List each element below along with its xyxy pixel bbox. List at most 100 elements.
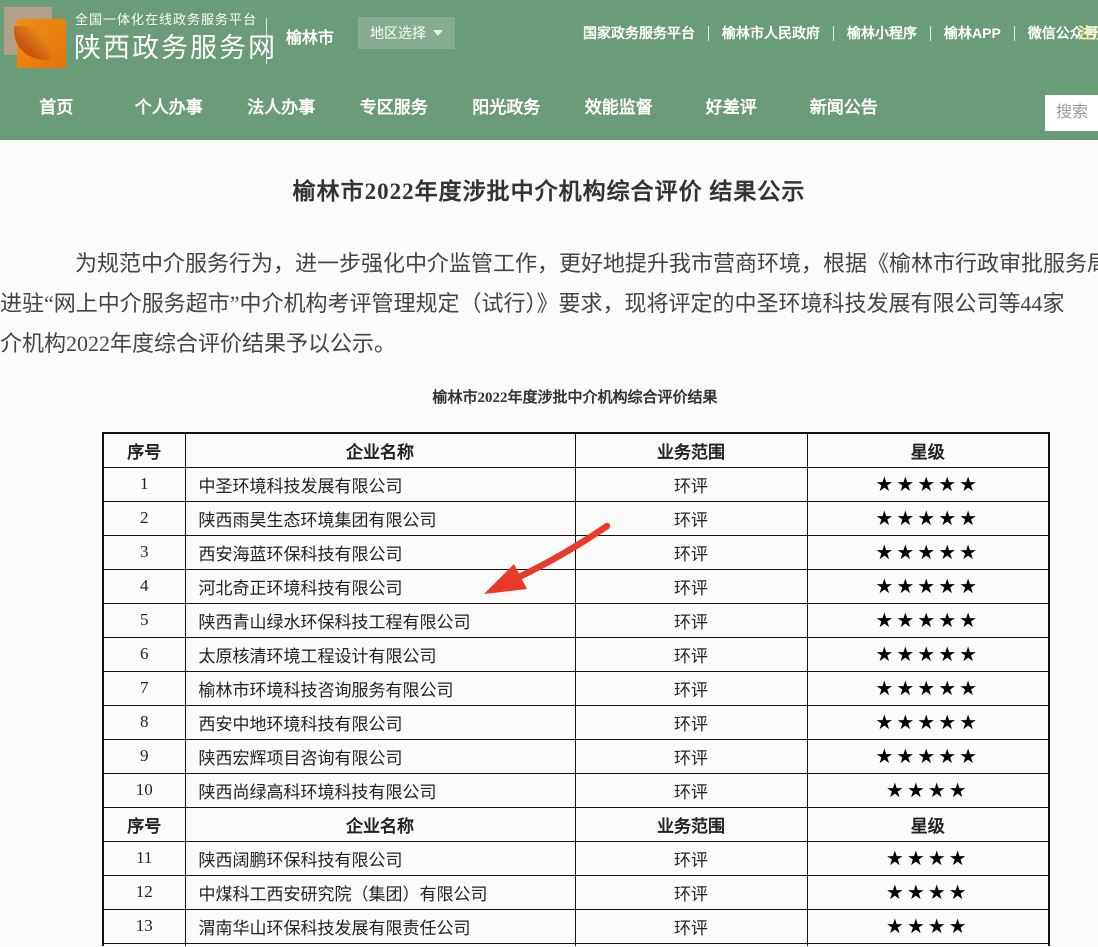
cell-business-scope: 环评 xyxy=(575,535,807,569)
cell-company-name: 太原核清环境工程设计有限公司 xyxy=(185,637,575,671)
table-row: 1中圣环境科技发展有限公司环评★★★★★ xyxy=(103,467,1049,501)
nav-item[interactable]: 阳光政务 xyxy=(450,86,563,130)
nav-item[interactable]: 法人办事 xyxy=(225,86,338,130)
cell-index: 7 xyxy=(103,671,185,705)
cell-star-rating: ★★★★★ xyxy=(807,705,1049,739)
cell-star-rating: ★★★★ xyxy=(807,773,1049,807)
nav-item[interactable]: 专区服务 xyxy=(338,86,451,130)
table-row: 10陕西尚绿高科环境科技有限公司环评★★★★ xyxy=(103,773,1049,807)
column-header: 星级 xyxy=(807,433,1049,467)
cell-index: 2 xyxy=(103,501,185,535)
table-row: 7榆林市环境科技咨询服务有限公司环评★★★★★ xyxy=(103,671,1049,705)
site-name: 陕西政务服务网 xyxy=(74,26,277,65)
nav-item[interactable]: 效能监督 xyxy=(563,86,676,130)
cell-star-rating: ★★★★ xyxy=(807,875,1049,909)
cell-empty xyxy=(575,943,807,946)
nav-item[interactable]: 首页 xyxy=(0,86,113,130)
table-row: 4河北奇正环境科技有限公司环评★★★★★ xyxy=(103,569,1049,603)
cell-business-scope: 环评 xyxy=(575,501,807,535)
results-table: 序号企业名称业务范围星级1中圣环境科技发展有限公司环评★★★★★2陕西雨昊生态环… xyxy=(102,432,1050,946)
cell-business-scope: 环评 xyxy=(575,739,807,773)
table-row-partial xyxy=(103,943,1049,946)
cell-company-name: 陕西宏辉项目咨询有限公司 xyxy=(185,739,575,773)
cell-company-name: 河北奇正环境科技有限公司 xyxy=(185,569,575,603)
cell-business-scope: 环评 xyxy=(575,705,807,739)
cell-index: 13 xyxy=(103,909,185,943)
cell-star-rating: ★★★★★ xyxy=(807,501,1049,535)
cell-index: 11 xyxy=(103,841,185,875)
cell-star-rating: ★★★★★ xyxy=(807,739,1049,773)
chevron-down-icon xyxy=(433,30,443,36)
main-navbar: 首页个人办事法人办事专区服务阳光政务效能监督好差评新闻公告 xyxy=(0,86,1098,130)
cell-empty xyxy=(185,943,575,946)
cell-star-rating: ★★★★★ xyxy=(807,671,1049,705)
table-row: 2陕西雨昊生态环境集团有限公司环评★★★★★ xyxy=(103,501,1049,535)
cell-star-rating: ★★★★★ xyxy=(807,637,1049,671)
cell-company-name: 渭南华山环保科技发展有限责任公司 xyxy=(185,909,575,943)
cell-business-scope: 环评 xyxy=(575,603,807,637)
cell-empty xyxy=(103,943,185,946)
cell-company-name: 陕西阔鹏环保科技有限公司 xyxy=(185,841,575,875)
cell-star-rating: ★★★★ xyxy=(807,909,1049,943)
site-logo-icon xyxy=(4,5,66,67)
cell-company-name: 榆林市环境科技咨询服务有限公司 xyxy=(185,671,575,705)
nav-item[interactable]: 好差评 xyxy=(675,86,788,130)
cell-company-name: 西安海蓝环保科技有限公司 xyxy=(185,535,575,569)
table-caption: 榆林市2022年度涉批中介机构综合评价结果 xyxy=(52,386,1098,407)
column-header: 序号 xyxy=(103,807,185,841)
cell-star-rating: ★★★★★ xyxy=(807,467,1049,501)
cell-business-scope: 环评 xyxy=(575,671,807,705)
cell-company-name: 西安中地环境科技有限公司 xyxy=(185,705,575,739)
cell-star-rating: ★★★★★ xyxy=(807,535,1049,569)
notice-article: 榆林市2022年度涉批中介机构综合评价 结果公示 为规范中介服务行为，进一步强化… xyxy=(0,140,1098,947)
top-link[interactable]: 榆林小程序 xyxy=(834,23,930,43)
top-links: 国家政务服务平台榆林市人民政府榆林小程序榆林APP微信公众号 xyxy=(570,22,1098,44)
cell-star-rating: ★★★★★ xyxy=(807,569,1049,603)
register-link[interactable]: 注册 xyxy=(1078,22,1098,43)
nav-item[interactable]: 个人办事 xyxy=(113,86,226,130)
top-link[interactable]: 国家政务服务平台 xyxy=(570,23,708,43)
column-header: 星级 xyxy=(807,807,1049,841)
table-row: 12中煤科工西安研究院（集团）有限公司环评★★★★ xyxy=(103,875,1049,909)
cell-business-scope: 环评 xyxy=(575,909,807,943)
cell-company-name: 陕西尚绿高科环境科技有限公司 xyxy=(185,773,575,807)
cell-index: 12 xyxy=(103,875,185,909)
top-link[interactable]: 榆林市人民政府 xyxy=(709,23,833,43)
cell-company-name: 陕西雨昊生态环境集团有限公司 xyxy=(185,501,575,535)
nav-item[interactable]: 新闻公告 xyxy=(788,86,901,130)
table-row: 13渭南华山环保科技发展有限责任公司环评★★★★ xyxy=(103,909,1049,943)
paragraph-line: 介机构2022年度综合评价结果予以公示。 xyxy=(0,324,1098,364)
cell-star-rating: ★★★★★ xyxy=(807,603,1049,637)
cell-index: 3 xyxy=(103,535,185,569)
paragraph-line: 进驻“网上中介服务超市”中介机构考评管理规定（试行）》要求，现将评定的中圣环境科… xyxy=(0,284,1098,324)
page: 全国一体化在线政务服务平台 陕西政务服务网 榆林市 地区选择 国家政务服务平台榆… xyxy=(0,0,1098,947)
results-table-wrapper: 序号企业名称业务范围星级1中圣环境科技发展有限公司环评★★★★★2陕西雨昊生态环… xyxy=(102,432,1052,946)
cell-company-name: 陕西青山绿水环保科技工程有限公司 xyxy=(185,603,575,637)
cell-business-scope: 环评 xyxy=(575,467,807,501)
region-selector-label: 地区选择 xyxy=(370,23,426,43)
cell-business-scope: 环评 xyxy=(575,875,807,909)
column-header: 业务范围 xyxy=(575,433,807,467)
top-link[interactable]: 榆林APP xyxy=(931,23,1014,43)
cell-business-scope: 环评 xyxy=(575,569,807,603)
cell-star-rating: ★★★★ xyxy=(807,841,1049,875)
header-divider xyxy=(266,18,267,64)
cell-index: 5 xyxy=(103,603,185,637)
region-selector-button[interactable]: 地区选择 xyxy=(358,17,455,49)
cell-company-name: 中煤科工西安研究院（集团）有限公司 xyxy=(185,875,575,909)
cell-business-scope: 环评 xyxy=(575,841,807,875)
page-title: 榆林市2022年度涉批中介机构综合评价 结果公示 xyxy=(0,172,1098,206)
table-row: 11陕西阔鹏环保科技有限公司环评★★★★ xyxy=(103,841,1049,875)
table-header-row: 序号企业名称业务范围星级 xyxy=(103,807,1049,841)
table-header-row: 序号企业名称业务范围星级 xyxy=(103,433,1049,467)
cell-index: 6 xyxy=(103,637,185,671)
search-input[interactable] xyxy=(1045,95,1098,131)
cell-index: 10 xyxy=(103,773,185,807)
cell-index: 4 xyxy=(103,569,185,603)
column-header: 企业名称 xyxy=(185,807,575,841)
table-row: 6太原核清环境工程设计有限公司环评★★★★★ xyxy=(103,637,1049,671)
cell-index: 1 xyxy=(103,467,185,501)
cell-empty xyxy=(807,943,1049,946)
masthead: 全国一体化在线政务服务平台 陕西政务服务网 榆林市 地区选择 国家政务服务平台榆… xyxy=(0,0,1098,140)
cell-index: 9 xyxy=(103,739,185,773)
